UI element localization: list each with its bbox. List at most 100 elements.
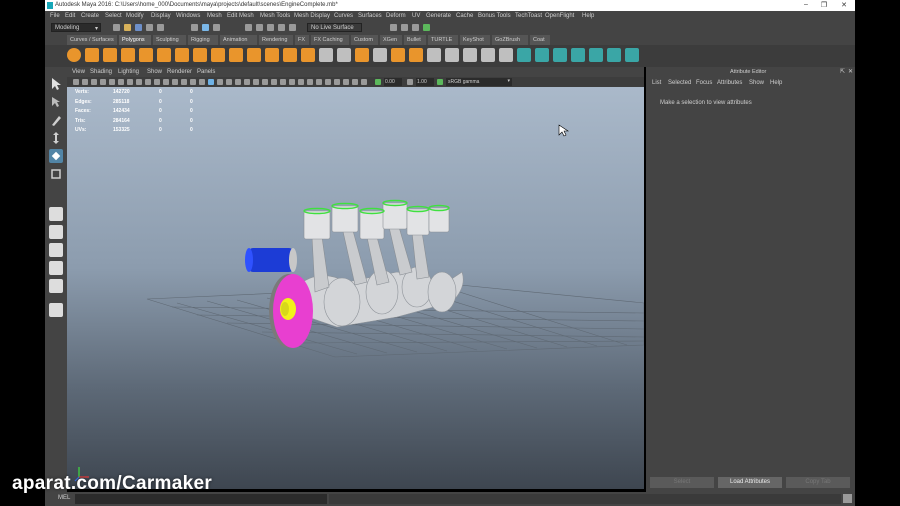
bevel-icon[interactable] xyxy=(409,48,423,62)
load-attributes-button[interactable]: Load Attributes xyxy=(718,477,782,488)
grid-toggle-icon[interactable] xyxy=(109,79,115,85)
poly-sphere-icon[interactable] xyxy=(67,48,81,62)
ae-menu-list[interactable]: List xyxy=(652,80,661,86)
uv-editor-icon[interactable] xyxy=(517,48,531,62)
safe-action-icon[interactable] xyxy=(154,79,160,85)
anti-aliasing-icon[interactable] xyxy=(280,79,286,85)
tab-coat[interactable]: Coat xyxy=(530,35,550,45)
wireframe-on-shaded-icon[interactable] xyxy=(190,79,196,85)
single-view-layout-icon[interactable] xyxy=(49,207,63,221)
menu-windows[interactable]: Windows xyxy=(176,13,200,19)
tab-animation[interactable]: Animation xyxy=(220,35,257,45)
poly-cube-icon[interactable] xyxy=(85,48,99,62)
script-editor-icon[interactable] xyxy=(843,494,852,503)
persp-outliner-layout-icon[interactable] xyxy=(49,243,63,257)
merge-icon[interactable] xyxy=(499,48,513,62)
select-tool-icon[interactable] xyxy=(49,77,63,91)
open-scene-icon[interactable] xyxy=(124,24,131,31)
lighting-icon[interactable] xyxy=(208,79,214,85)
poly-helix-icon[interactable] xyxy=(247,48,261,62)
target-weld-icon[interactable] xyxy=(481,48,495,62)
snap-view-icon[interactable] xyxy=(278,24,285,31)
separate-icon[interactable] xyxy=(337,48,351,62)
poly-platonic-icon[interactable] xyxy=(193,48,207,62)
undo-icon[interactable] xyxy=(146,24,153,31)
motion-blur-icon[interactable] xyxy=(271,79,277,85)
gate-mask-icon[interactable] xyxy=(136,79,142,85)
hypershade-layout-icon[interactable] xyxy=(49,279,63,293)
menu-modify[interactable]: Modify xyxy=(126,13,144,19)
redo-icon[interactable] xyxy=(157,24,164,31)
snap-curve-icon[interactable] xyxy=(256,24,263,31)
ae-menu-help[interactable]: Help xyxy=(770,80,782,86)
colorspace-dropdown[interactable]: sRGB gamma ▾ xyxy=(446,78,512,86)
rotate-tool-icon[interactable] xyxy=(49,149,63,163)
menu-mesh-display[interactable]: Mesh Display xyxy=(294,13,330,19)
select-hierarchy-icon[interactable] xyxy=(191,24,198,31)
lasso-tool-icon[interactable] xyxy=(49,95,63,109)
custom-layout-icon[interactable] xyxy=(49,303,63,317)
menu-select[interactable]: Select xyxy=(105,13,122,19)
menuset-dropdown[interactable]: Modeling ▾ xyxy=(51,23,101,32)
auto-map-icon[interactable] xyxy=(589,48,603,62)
maximize-icon[interactable]: ❐ xyxy=(817,1,831,10)
poly-cylinder-icon[interactable] xyxy=(103,48,117,62)
cylindrical-map-icon[interactable] xyxy=(553,48,567,62)
four-view-layout-icon[interactable] xyxy=(49,225,63,239)
menu-mesh-tools[interactable]: Mesh Tools xyxy=(260,13,290,19)
poly-disc-icon[interactable] xyxy=(175,48,189,62)
tab-custom[interactable]: Custom xyxy=(351,35,378,45)
combine-icon[interactable] xyxy=(319,48,333,62)
snap-point-icon[interactable] xyxy=(267,24,274,31)
perspective-viewport[interactable]: Verts: 142720 0 0 Edges: 285118 0 0 Face… xyxy=(67,87,644,489)
ae-menu-selected[interactable]: Selected xyxy=(668,80,691,86)
tab-fx-caching[interactable]: FX Caching xyxy=(311,35,349,45)
close-panel-icon[interactable]: ✕ xyxy=(848,68,853,75)
vp-menu-renderer[interactable]: Renderer xyxy=(167,69,192,75)
menu-cache[interactable]: Cache xyxy=(456,13,473,19)
append-polygon-icon[interactable] xyxy=(445,48,459,62)
poly-gear-icon[interactable] xyxy=(301,48,315,62)
hud-toggle-icon[interactable] xyxy=(307,79,313,85)
bridge-icon[interactable] xyxy=(391,48,405,62)
move-tool-icon[interactable] xyxy=(49,131,63,145)
float-panel-icon[interactable]: ⇱ xyxy=(840,68,845,75)
menu-techtoast[interactable]: TechToast xyxy=(515,13,542,19)
menu-surfaces[interactable]: Surfaces xyxy=(358,13,382,19)
minimize-icon[interactable]: – xyxy=(799,1,813,10)
textured-icon[interactable] xyxy=(199,79,205,85)
color-management-icon[interactable] xyxy=(437,79,443,85)
menu-generate[interactable]: Generate xyxy=(426,13,451,19)
poly-pipe-icon[interactable] xyxy=(229,48,243,62)
ipr-render-icon[interactable] xyxy=(412,24,419,31)
field-chart-icon[interactable] xyxy=(145,79,151,85)
ambient-occlusion-icon[interactable] xyxy=(352,79,358,85)
poly-soccer-ball-icon[interactable] xyxy=(265,48,279,62)
dof-icon[interactable] xyxy=(361,79,367,85)
render-current-icon[interactable] xyxy=(401,24,408,31)
smooth-icon[interactable] xyxy=(355,48,369,62)
camera-lock-icon[interactable] xyxy=(316,79,322,85)
resolution-gate-icon[interactable] xyxy=(127,79,133,85)
bridge-edge-icon[interactable] xyxy=(427,48,441,62)
tab-gozbrush[interactable]: GoZBrush xyxy=(492,35,528,45)
poly-prism-icon[interactable] xyxy=(283,48,297,62)
menu-display[interactable]: Display xyxy=(151,13,171,19)
copy-tab-button[interactable]: Copy Tab xyxy=(786,477,850,488)
depth-of-field-icon[interactable] xyxy=(289,79,295,85)
new-scene-icon[interactable] xyxy=(113,24,120,31)
gate-icon[interactable] xyxy=(334,79,340,85)
screen-space-ao-icon[interactable] xyxy=(262,79,268,85)
exposure-icon[interactable] xyxy=(375,79,381,85)
menu-uv[interactable]: UV xyxy=(412,13,420,19)
unfold-icon[interactable] xyxy=(607,48,621,62)
render-view-icon[interactable] xyxy=(390,24,397,31)
planar-map-icon[interactable] xyxy=(535,48,549,62)
menu-mesh[interactable]: Mesh xyxy=(207,13,222,19)
bookmark-icon[interactable] xyxy=(91,79,97,85)
xray-joints-icon[interactable] xyxy=(244,79,250,85)
gamma-icon[interactable] xyxy=(407,79,413,85)
vp-menu-shading[interactable]: Shading xyxy=(90,69,112,75)
menu-create[interactable]: Create xyxy=(81,13,99,19)
tab-rigging[interactable]: Rigging xyxy=(188,35,218,45)
